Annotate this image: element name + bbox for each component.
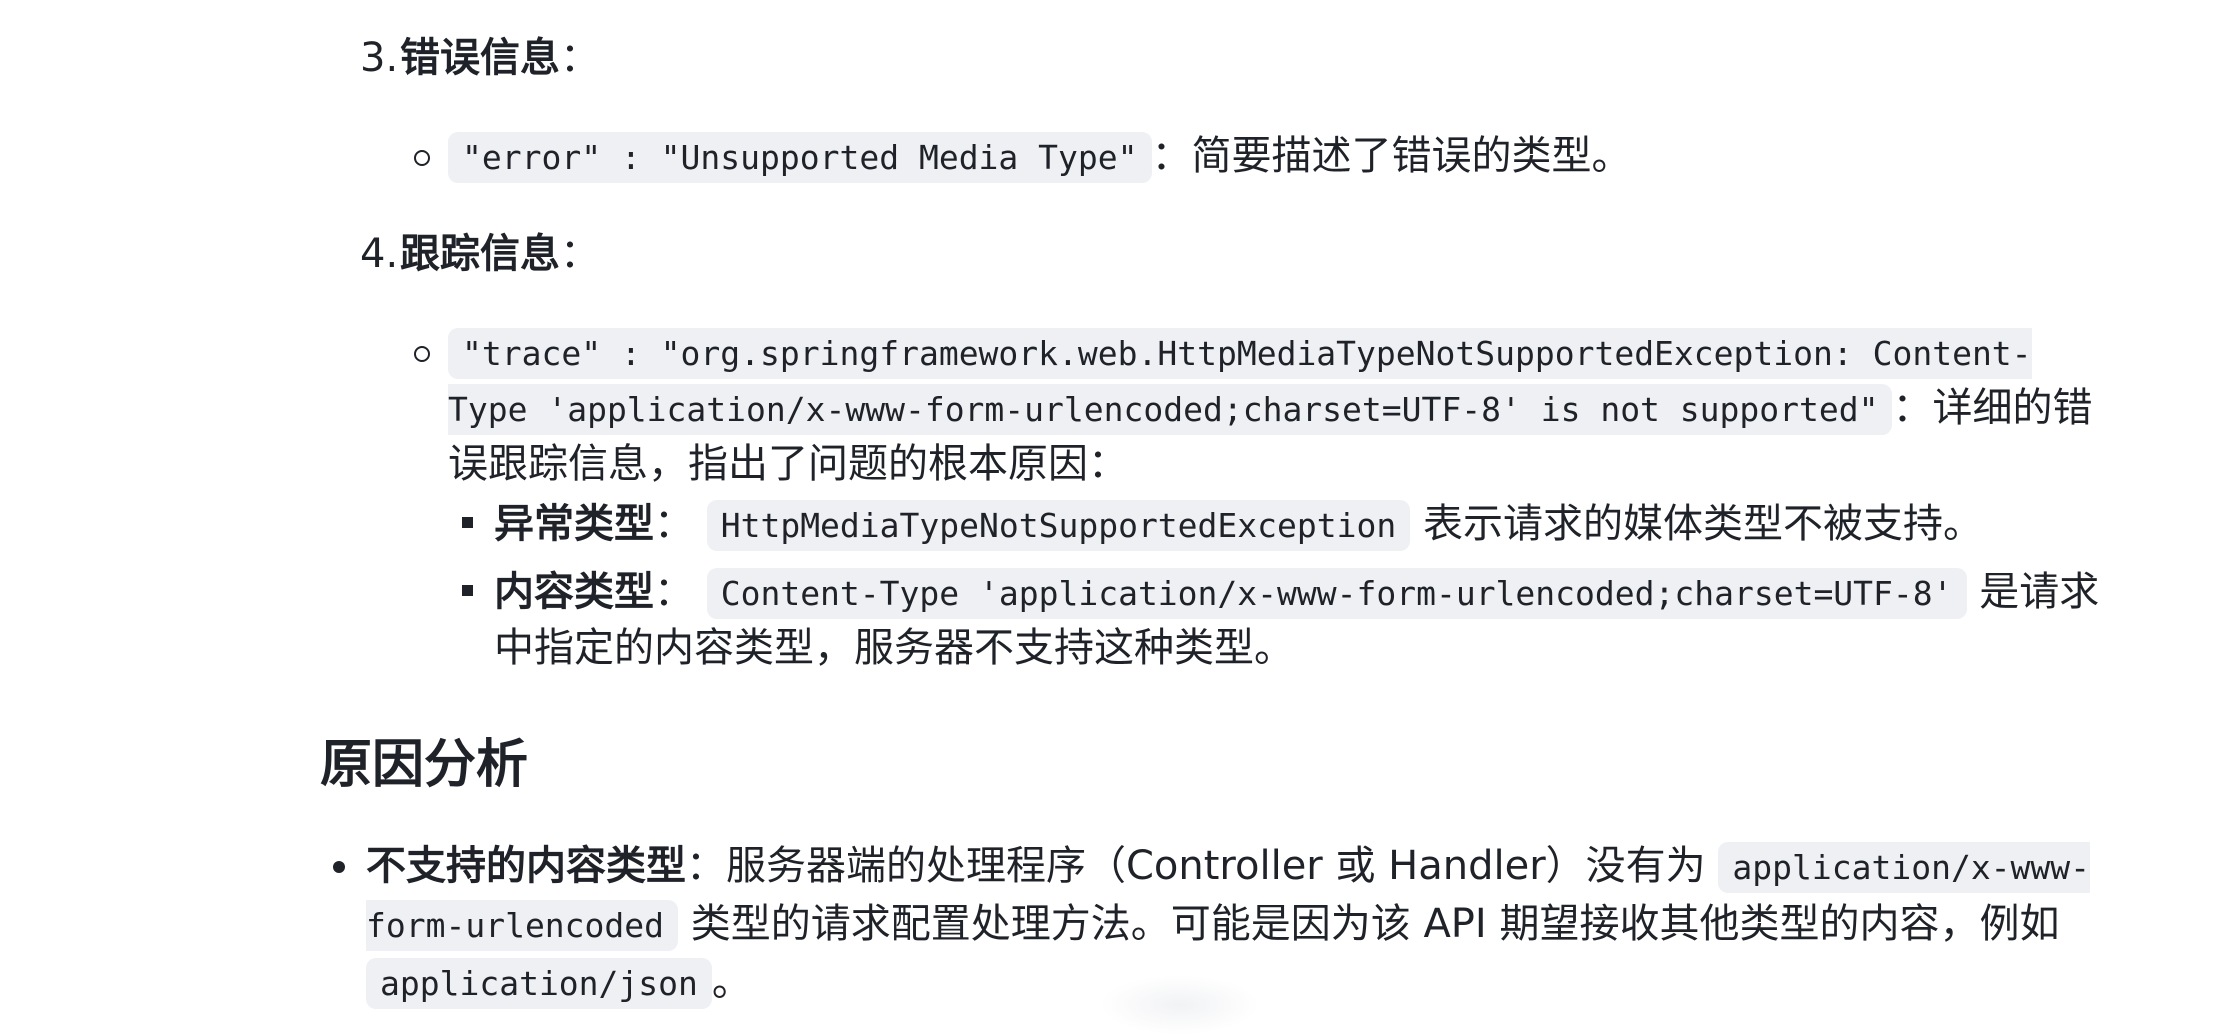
analysis-text-2: 类型的请求配置处理方法。可能是因为该 API 期望接收其他类型的内容，例如 <box>690 901 2060 947</box>
square-bullet <box>462 585 473 596</box>
error-code: "error" : "Unsupported Media Type" <box>448 132 1152 183</box>
error-info-colon: ： <box>560 35 600 81</box>
list-item-trace-info: 跟踪信息： <box>400 226 600 282</box>
trace-code-part1: "trace" : "org.springframework.web.HttpM… <box>448 328 2032 379</box>
analysis-line-2: form-urlencoded 类型的请求配置处理方法。可能是因为该 API 期… <box>366 896 2059 954</box>
circle-bullet <box>414 346 430 362</box>
analysis-line-3: application/json。 <box>366 954 752 1012</box>
content-type-description-part1: 是请求 <box>1979 569 2100 615</box>
trace-description-part2: 误跟踪信息，指出了问题的根本原因： <box>448 441 1128 487</box>
exception-type-title: 异常类型 <box>494 501 654 547</box>
analysis-text-1: ：服务器端的处理程序（Controller 或 Handler）没有为 <box>686 843 1706 889</box>
scroll-shadow <box>1100 975 1260 1035</box>
list-item-error-info: 错误信息： <box>400 30 600 86</box>
error-description: ：简要描述了错误的类型。 <box>1151 133 1632 179</box>
exception-type-code: HttpMediaTypeNotSupportedException <box>706 500 1411 551</box>
exception-type-description: 表示请求的媒体类型不被支持。 <box>1422 501 1983 547</box>
analysis-code-1-part2: form-urlencoded <box>366 900 679 951</box>
content-type-description-part2: 中指定的内容类型，服务器不支持这种类型。 <box>494 625 1294 671</box>
list-number-4: 4. <box>360 231 399 277</box>
trace-code-line-1: "trace" : "org.springframework.web.HttpM… <box>448 324 2032 382</box>
analysis-text-3: 。 <box>711 959 752 1005</box>
trace-code-part2: Type 'application/x-www-form-urlencoded;… <box>448 384 1893 435</box>
circle-bullet <box>414 150 430 166</box>
error-info-title: 错误信息 <box>400 35 560 81</box>
content-type-code: Content-Type 'application/x-www-form-url… <box>706 568 1967 619</box>
list-number-3: 3. <box>360 35 399 81</box>
trace-description-line-2: 误跟踪信息，指出了问题的根本原因： <box>448 436 1128 492</box>
content-type-title: 内容类型 <box>494 569 654 615</box>
trace-info-title: 跟踪信息 <box>400 231 560 277</box>
content-type-description-line-2: 中指定的内容类型，服务器不支持这种类型。 <box>494 620 1294 676</box>
document-content: 3. 错误信息： "error" : "Unsupported Media Ty… <box>0 0 2223 1035</box>
analysis-code-2: application/json <box>366 958 712 1009</box>
dot-bullet <box>333 861 345 873</box>
section-heading-cause-analysis: 原因分析 <box>320 735 529 795</box>
unsupported-content-type-title: 不支持的内容类型 <box>366 843 686 889</box>
trace-code-line-2: Type 'application/x-www-form-urlencoded;… <box>448 380 2092 438</box>
trace-info-colon: ： <box>560 231 600 277</box>
trace-description-part1: ：详细的错 <box>1892 385 2093 431</box>
exception-type-colon: ： <box>654 501 694 547</box>
square-bullet <box>462 517 473 528</box>
analysis-code-1-part1: application/x-www- <box>1718 842 2091 893</box>
content-type-item: 内容类型： Content-Type 'application/x-www-fo… <box>494 564 2099 622</box>
exception-type-item: 异常类型： HttpMediaTypeNotSupportedException… <box>494 496 1983 554</box>
error-sub-item: "error" : "Unsupported Media Type" ：简要描述了… <box>448 128 1632 186</box>
analysis-line-1: 不支持的内容类型：服务器端的处理程序（Controller 或 Handler）… <box>366 838 2091 896</box>
content-type-colon: ： <box>654 569 694 615</box>
